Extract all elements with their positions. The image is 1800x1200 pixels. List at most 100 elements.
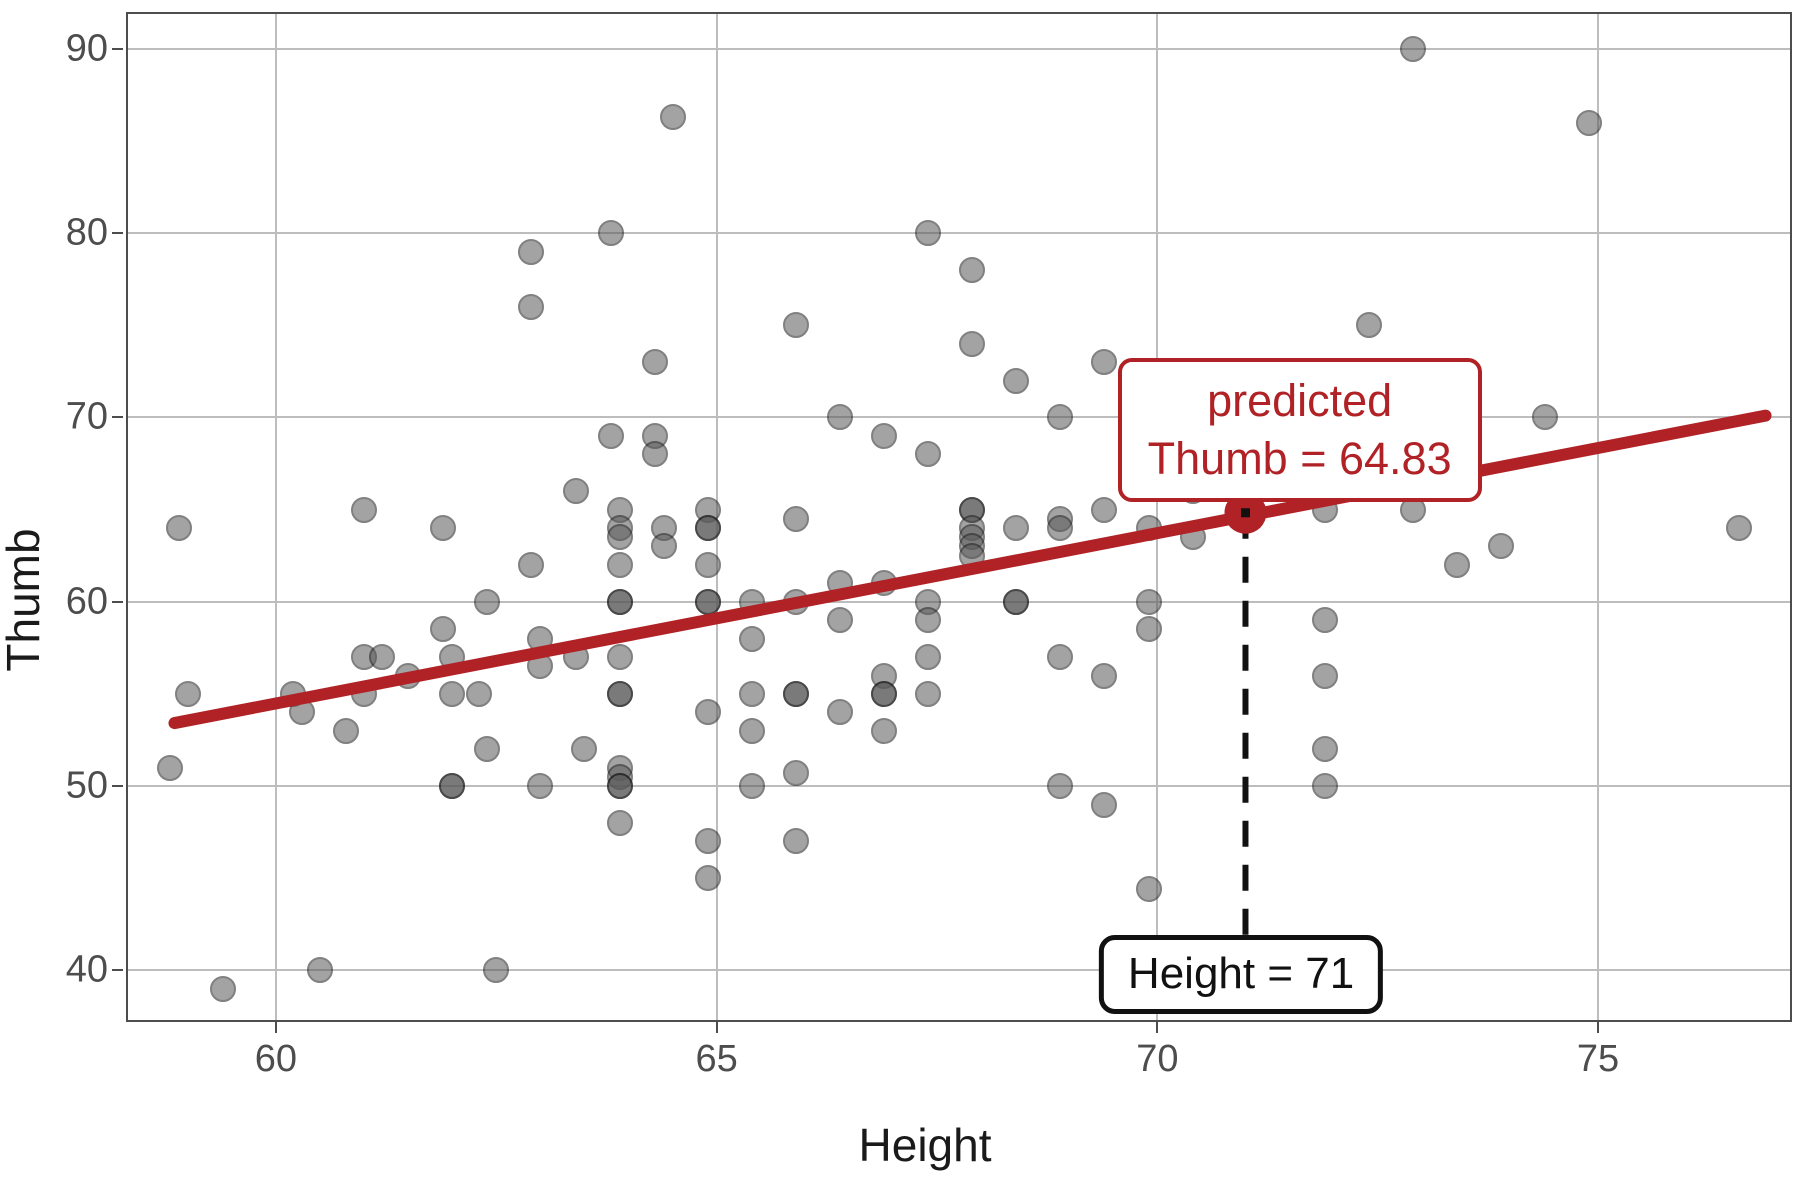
data-point [439,773,466,800]
data-point [827,607,853,634]
predicted-thumb-annotation: predicted Thumb = 64.83 [1117,358,1482,502]
data-point [694,515,721,542]
data-point [518,293,545,320]
data-point [782,680,809,707]
data-point [641,441,668,468]
data-point [1726,515,1753,542]
data-point [738,680,765,707]
x-axis-tick-mark [1597,1022,1600,1033]
data-point [439,644,466,671]
x-axis-tick-label: 65 [695,1038,738,1080]
chart-root: Thumb Height 40 50 60 70 80 90 60 65 70 75 predi… [0,0,1800,1200]
data-point [606,809,633,836]
data-point [959,330,986,357]
y-axis-tick-mark [112,600,123,603]
data-point [562,644,589,671]
overlay-layer [168,409,1772,960]
x-axis-title: Height [858,1119,992,1171]
plot-panel [126,12,1792,1022]
y-axis-tick-mark [112,47,123,50]
data-point [1003,367,1030,394]
data-point [650,533,677,560]
data-point [351,680,377,707]
data-point [1003,515,1030,542]
x-axis-tick-label: 60 [254,1038,297,1080]
data-point [474,588,501,615]
y-axis-tick-mark [112,232,123,235]
data-point [738,588,765,615]
y-axis-tick-marks [0,0,130,1200]
data-point [1444,551,1471,578]
data-point [1003,588,1030,615]
data-point [959,542,986,569]
data-point [518,238,545,265]
highlight-point-center-marker [1240,508,1250,518]
data-point [527,625,554,652]
data-point [1047,515,1074,542]
data-point [1179,524,1206,551]
grid-line-horizontal [126,600,1792,603]
x-axis-tick-mark [715,1022,718,1033]
height-annotation-text: Height = 71 [1127,949,1355,999]
data-point [782,312,809,339]
data-point [165,515,192,542]
data-point [827,570,853,597]
data-point [597,220,624,247]
grid-line-horizontal [126,47,1792,50]
height-annotation: Height = 71 [1098,935,1384,1014]
x-axis-tick-mark [1156,1022,1159,1033]
x-axis-tick-labels: 60 65 70 75 [0,1038,1800,1098]
data-point [1135,588,1162,615]
data-point [827,404,853,431]
data-point [1311,607,1338,634]
data-point [782,588,809,615]
data-point [1576,109,1603,136]
data-point [694,699,721,726]
data-point [465,680,492,707]
data-point [571,736,598,763]
data-point [915,680,942,707]
data-point [782,505,809,532]
data-point [1047,773,1074,800]
data-point [306,957,333,984]
data-point [606,524,633,551]
data-point [1399,35,1426,62]
data-point [1311,773,1338,800]
y-axis-tick-mark [112,416,123,419]
grid-line-horizontal [126,232,1792,235]
data-point [1135,876,1162,903]
data-point [157,754,184,781]
data-point [606,551,633,578]
data-point [915,441,942,468]
data-point [1091,349,1118,376]
data-point [694,551,721,578]
data-point [1091,791,1118,818]
grid-line-vertical [1597,12,1600,1022]
data-point [641,349,668,376]
y-axis-tick-mark [112,969,123,972]
x-axis-tick-marks [0,1022,1800,1036]
data-point [174,680,201,707]
x-axis-tick-label: 70 [1136,1038,1179,1080]
predicted-annotation-line1: predicted [1207,375,1393,427]
data-point [606,644,633,671]
data-point [959,257,986,284]
y-axis-tick-mark [112,785,123,788]
data-point [915,644,942,671]
data-point [1488,533,1515,560]
data-point [871,422,898,449]
data-point [782,828,809,855]
data-point [606,773,633,800]
data-point [439,680,466,707]
data-point [694,828,721,855]
x-axis-tick-mark [274,1022,277,1033]
data-point [333,717,360,744]
data-point [430,616,457,643]
data-point [694,588,721,615]
data-point [527,773,554,800]
data-point [289,699,316,726]
data-point [209,975,236,1002]
data-point [1047,404,1074,431]
data-point [1091,662,1118,689]
data-point [1355,312,1382,339]
